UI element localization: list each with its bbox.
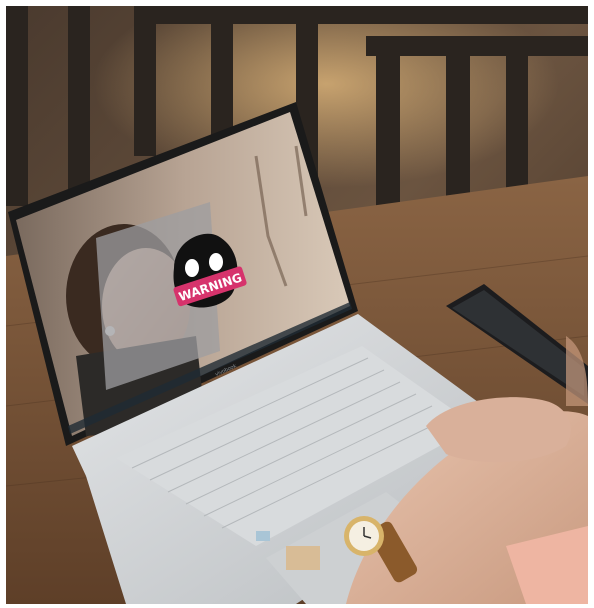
laptop-photo: WARNING vivobook: [6, 6, 588, 604]
